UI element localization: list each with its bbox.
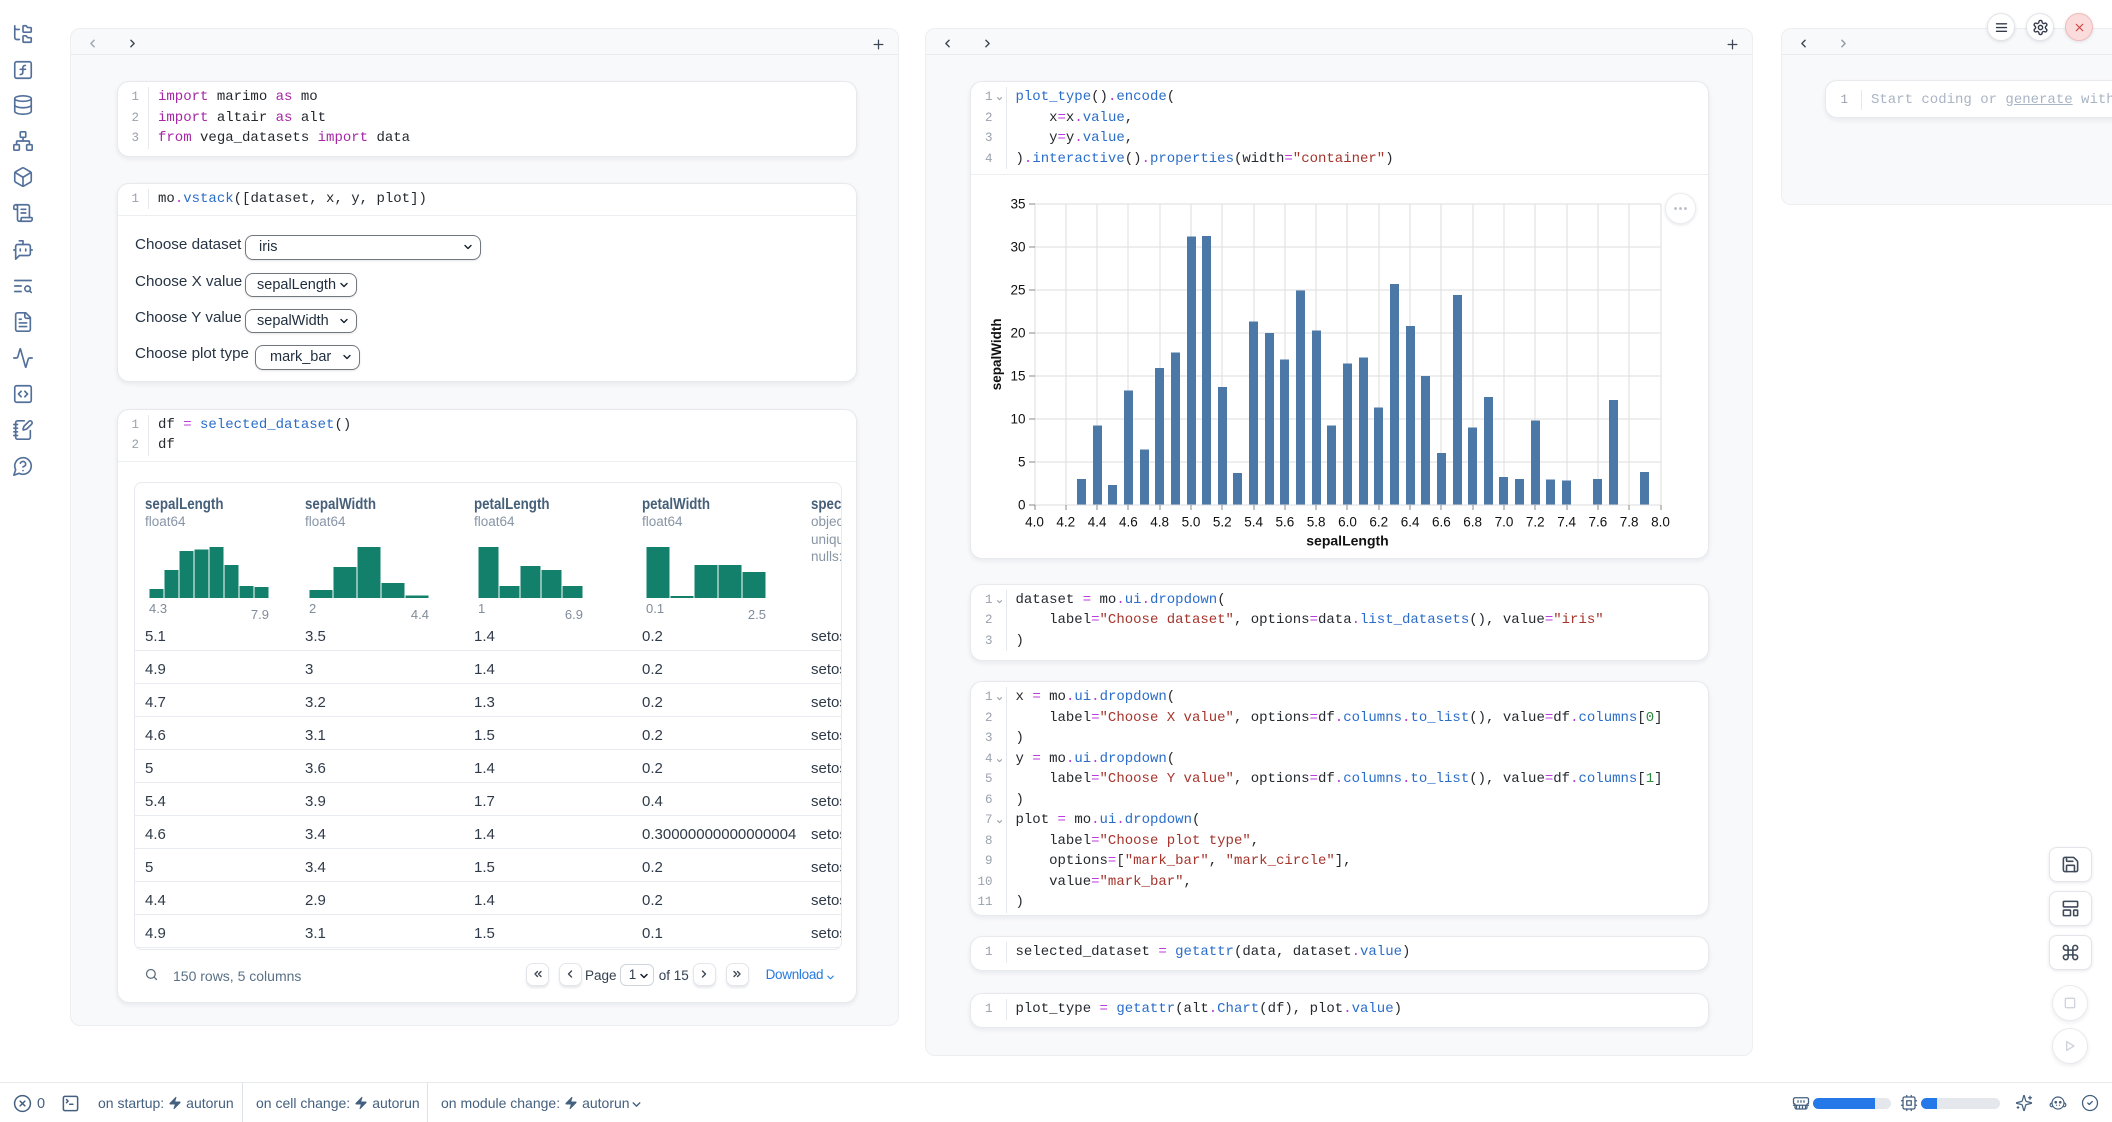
svg-text:10: 10 [1010, 411, 1025, 426]
svg-text:25: 25 [1010, 283, 1025, 298]
svg-text:6.6: 6.6 [1432, 515, 1451, 530]
svg-text:4.4: 4.4 [1087, 515, 1106, 530]
svg-text:7.8: 7.8 [1619, 515, 1638, 530]
svg-text:4.8: 4.8 [1150, 515, 1169, 530]
svg-text:4.0: 4.0 [1025, 515, 1044, 530]
svg-text:4.2: 4.2 [1056, 515, 1075, 530]
svg-text:5: 5 [1017, 454, 1025, 469]
svg-text:7.2: 7.2 [1525, 515, 1544, 530]
svg-text:sepalWidth: sepalWidth [989, 318, 1004, 390]
svg-text:5.2: 5.2 [1212, 515, 1231, 530]
svg-text:5.8: 5.8 [1306, 515, 1325, 530]
svg-text:30: 30 [1010, 240, 1025, 255]
svg-text:sepalLength: sepalLength [1306, 533, 1388, 549]
svg-text:4.6: 4.6 [1119, 515, 1138, 530]
svg-text:5.4: 5.4 [1244, 515, 1263, 530]
svg-text:35: 35 [1010, 197, 1025, 212]
svg-text:6.2: 6.2 [1369, 515, 1388, 530]
svg-text:6.4: 6.4 [1400, 515, 1419, 530]
svg-text:7.6: 7.6 [1588, 515, 1607, 530]
svg-text:6.8: 6.8 [1463, 515, 1482, 530]
svg-text:15: 15 [1010, 369, 1025, 384]
svg-text:8.0: 8.0 [1651, 515, 1670, 530]
svg-text:5.6: 5.6 [1275, 515, 1294, 530]
svg-text:0: 0 [1017, 497, 1025, 512]
svg-text:20: 20 [1010, 326, 1025, 341]
svg-text:5.0: 5.0 [1181, 515, 1200, 530]
svg-text:6.0: 6.0 [1338, 515, 1357, 530]
svg-text:7.0: 7.0 [1494, 515, 1513, 530]
svg-text:7.4: 7.4 [1557, 515, 1576, 530]
